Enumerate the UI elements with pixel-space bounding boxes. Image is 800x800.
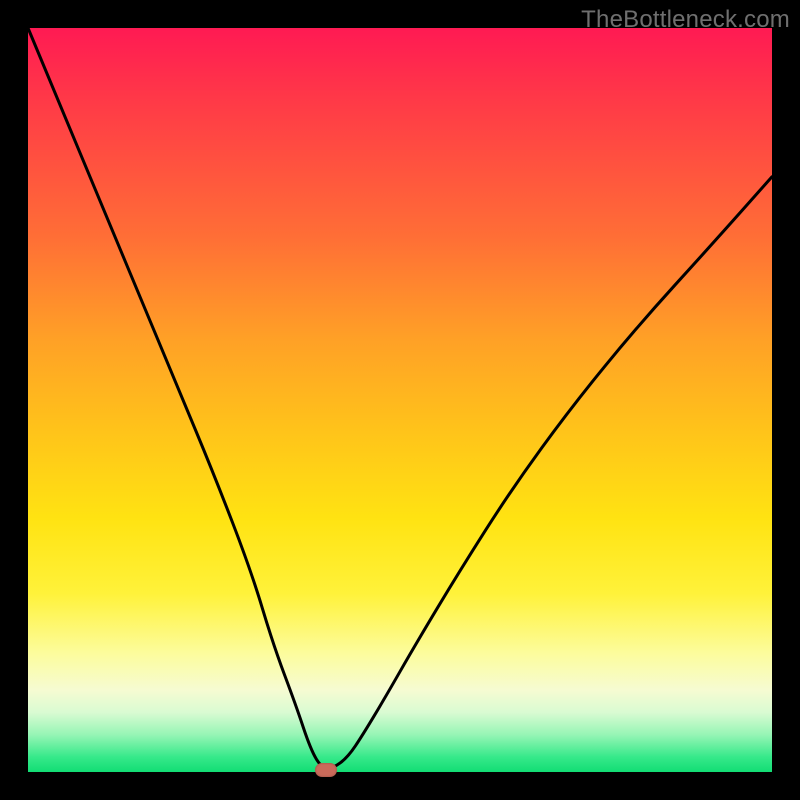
bottleneck-curve: [28, 28, 772, 772]
optimal-point-marker: [315, 763, 337, 777]
plot-area: [28, 28, 772, 772]
chart-frame: TheBottleneck.com: [0, 0, 800, 800]
